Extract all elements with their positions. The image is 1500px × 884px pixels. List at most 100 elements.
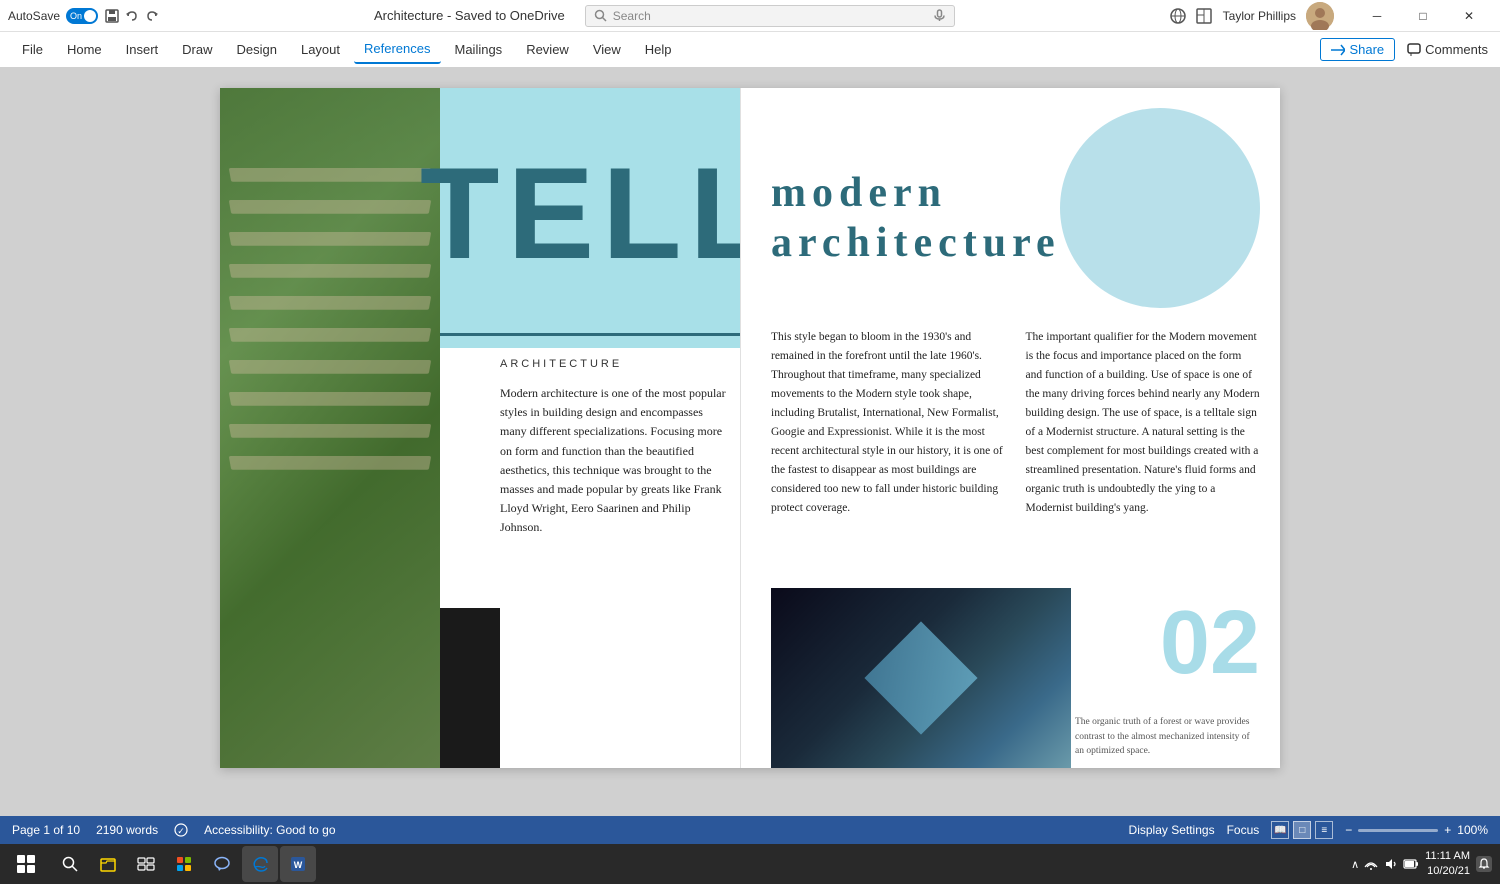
left-text-area: ARCHITECTURE Modern architecture is one … (500, 358, 730, 538)
web-layout-icon[interactable]: ≡ (1315, 821, 1333, 839)
taskbar-taskview[interactable] (128, 846, 164, 882)
taskbar-explorer[interactable] (90, 846, 126, 882)
system-tray: ∧ (1351, 856, 1419, 872)
start-icon (17, 855, 35, 873)
zoom-slider[interactable] (1358, 829, 1438, 832)
taskbar-edge[interactable] (242, 846, 278, 882)
time-display[interactable]: 11:11 AM 10/20/21 (1425, 849, 1470, 880)
building-detail (220, 88, 440, 768)
taskbar-store[interactable] (166, 846, 202, 882)
tab-file[interactable]: File (12, 36, 53, 63)
page-number: 02 (1160, 598, 1260, 688)
arch-label: ARCHITECTURE (500, 358, 730, 370)
tray-expand[interactable]: ∧ (1351, 858, 1359, 871)
notification-button[interactable] (1476, 856, 1492, 872)
accessibility-icon: ✓ (174, 823, 188, 837)
bottom-photo (771, 588, 1071, 768)
focus-label[interactable]: Focus (1227, 823, 1260, 837)
search-placeholder: Search (613, 9, 651, 23)
global-icons (1169, 7, 1213, 25)
taskbar-search[interactable] (52, 846, 88, 882)
tab-mailings[interactable]: Mailings (445, 36, 513, 63)
redo-icon[interactable] (144, 8, 160, 24)
toolbar-icons (104, 8, 160, 24)
title-bar: AutoSave On Architecture - Saved to OneD… (0, 0, 1500, 32)
svg-text:✓: ✓ (177, 826, 185, 836)
svg-text:W: W (294, 860, 303, 870)
right-text-area: This style began to bloom in the 1930's … (771, 328, 1260, 518)
share-icon (1331, 43, 1345, 57)
battery-icon[interactable] (1403, 856, 1419, 872)
accessibility-status: Accessibility: Good to go (204, 823, 335, 837)
minimize-button[interactable]: ─ (1354, 0, 1400, 32)
share-button[interactable]: Share (1320, 38, 1395, 61)
taskbar-word[interactable]: W (280, 846, 316, 882)
title-center: Architecture - Saved to OneDrive Search (160, 5, 1169, 27)
doc-title: Architecture - Saved to OneDrive (374, 8, 565, 23)
zoom-out-button[interactable]: − (1345, 823, 1352, 837)
comment-icon (1407, 43, 1421, 57)
taskbar-chat[interactable] (204, 846, 240, 882)
photo-inner (771, 588, 1071, 768)
statusbar-right: Display Settings Focus 📖 □ ≡ − + 100% (1129, 821, 1488, 839)
maximize-button[interactable]: □ (1400, 0, 1446, 32)
undo-icon[interactable] (124, 8, 140, 24)
photo-caption: The organic truth of a forest or wave pr… (1075, 715, 1255, 758)
zoom-controls: − + 100% (1345, 823, 1488, 837)
tab-view[interactable]: View (583, 36, 631, 63)
photo-shape (864, 621, 977, 734)
tab-draw[interactable]: Draw (172, 36, 222, 63)
titlebar-right: Taylor Phillips ─ □ ✕ (1169, 0, 1492, 32)
tab-insert[interactable]: Insert (116, 36, 169, 63)
network-icon[interactable] (1363, 856, 1379, 872)
dark-strip (440, 608, 500, 768)
zoom-in-button[interactable]: + (1444, 823, 1451, 837)
tab-review[interactable]: Review (516, 36, 579, 63)
avatar[interactable] (1306, 2, 1334, 30)
titlebar-left: AutoSave On (8, 8, 160, 24)
right-page: modern architecture This style began to … (740, 88, 1280, 768)
tab-references[interactable]: References (354, 35, 440, 64)
building-photo (220, 88, 440, 768)
toggle-circle (84, 10, 96, 22)
print-layout-icon[interactable]: □ (1293, 821, 1311, 839)
text-column-1: This style began to bloom in the 1930's … (771, 328, 1006, 518)
volume-icon[interactable] (1383, 856, 1399, 872)
search-icon (594, 9, 607, 22)
arch-body: Modern architecture is one of the most p… (500, 384, 730, 538)
ribbon-right: Share Comments (1320, 38, 1488, 61)
view-icons: 📖 □ ≡ (1271, 821, 1333, 839)
tab-design[interactable]: Design (227, 36, 287, 63)
title-text: modern architecture (771, 168, 1151, 269)
horizontal-rule (440, 333, 740, 336)
time: 11:11 AM (1425, 849, 1470, 864)
tab-home[interactable]: Home (57, 36, 112, 63)
save-icon[interactable] (104, 8, 120, 24)
document-area: TELL ARCHITECTURE Modern architecture is… (0, 68, 1500, 816)
display-settings[interactable]: Display Settings (1129, 823, 1215, 837)
mic-icon[interactable] (933, 9, 946, 22)
status-bar: Page 1 of 10 2190 words ✓ Accessibility:… (0, 816, 1500, 844)
search-bar[interactable]: Search (585, 5, 955, 27)
taskbar: W ∧ 11:11 AM 10/20/21 (0, 844, 1500, 884)
start-button[interactable] (8, 846, 44, 882)
tell-text: TELL (420, 148, 740, 278)
taskbar-items: W (52, 846, 316, 882)
win-controls[interactable]: ─ □ ✕ (1354, 0, 1492, 32)
read-mode-icon[interactable]: 📖 (1271, 821, 1289, 839)
date: 10/20/21 (1425, 864, 1470, 879)
ribbon: File Home Insert Draw Design Layout Refe… (0, 32, 1500, 68)
comments-button[interactable]: Comments (1407, 42, 1488, 57)
text-column-2: The important qualifier for the Modern m… (1026, 328, 1261, 518)
modern-title: modern architecture (771, 168, 1151, 269)
close-button[interactable]: ✕ (1446, 0, 1492, 32)
tab-layout[interactable]: Layout (291, 36, 350, 63)
globe-icon[interactable] (1169, 7, 1187, 25)
word-count: 2190 words (96, 823, 158, 837)
user-name: Taylor Phillips (1223, 9, 1296, 23)
zoom-percent: 100% (1457, 823, 1488, 837)
layout-icon[interactable] (1195, 7, 1213, 25)
autosave-toggle[interactable]: On (66, 8, 98, 24)
tab-help[interactable]: Help (635, 36, 682, 63)
taskbar-right: ∧ 11:11 AM 10/20/21 (1351, 849, 1492, 880)
